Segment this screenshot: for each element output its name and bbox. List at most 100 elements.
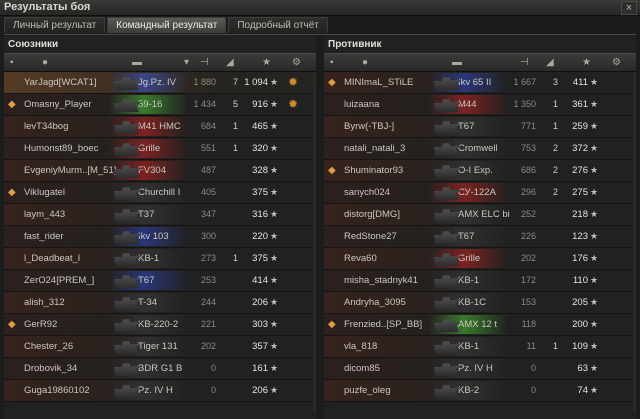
player-row[interactable]: dicom85 Pz. IV H 0 63 ★: [324, 358, 636, 380]
damage-value: 226: [520, 231, 536, 241]
player-name: misha_stadnyk41: [344, 275, 418, 286]
damage-icon[interactable]: ⊣: [520, 56, 529, 69]
player-row[interactable]: laym_443 T37 347 316 ★: [4, 204, 316, 226]
damage-value: 118: [521, 319, 536, 329]
player-row[interactable]: Byrw(-TBJ-] T67 771 1 259 ★: [324, 116, 636, 138]
squad-medal-icon: ◆: [328, 77, 336, 88]
damage-value: 273: [200, 253, 216, 263]
player-name: puzfe_oleg: [344, 385, 391, 396]
damage-value: 221: [200, 319, 216, 329]
player-row[interactable]: EvgeniyMurm..[M_51] FV304 487 328 ★: [4, 160, 316, 182]
xp-icon[interactable]: ★: [582, 56, 591, 69]
player-row[interactable]: Andryha_3095 KB-1C 153 205 ★: [324, 292, 636, 314]
achievement-icon[interactable]: ✹: [288, 94, 304, 115]
frags-value: 1: [232, 143, 238, 153]
player-row[interactable]: Reva60 Grille 202 176 ★: [324, 248, 636, 270]
player-row[interactable]: fast_rider Ikv 103 300 220 ★: [4, 226, 316, 248]
enemies-scrollbar[interactable]: [633, 72, 636, 412]
player-row[interactable]: ◆ Viklugatel Churchill I 405 375 ★: [4, 182, 316, 204]
tank-name: FV304: [138, 165, 166, 176]
tab-team[interactable]: Командный результат: [107, 17, 227, 33]
squad-icon[interactable]: ▪: [10, 56, 14, 69]
xp-value: 1 094: [244, 77, 268, 88]
star-icon: ★: [590, 209, 599, 219]
player-name: ZerO24[PREM_]: [24, 275, 95, 286]
star-icon: ★: [590, 253, 599, 263]
player-row[interactable]: Drobovik_34 BDR G1 B 0 161 ★: [4, 358, 316, 380]
achievement-icon[interactable]: ✹: [288, 72, 304, 93]
achievements-icon[interactable]: ⚙: [292, 56, 301, 69]
player-name: Guga19860102: [24, 385, 90, 396]
player-name: Reva60: [344, 253, 377, 264]
player-row[interactable]: distorg[DMG] AMX ELC bis 252 218 ★: [324, 204, 636, 226]
tier-sort-icon[interactable]: ▾: [184, 56, 189, 69]
damage-value: 296: [520, 187, 536, 197]
player-row[interactable]: natali_natali_3 Cromwell 753 2 372 ★: [324, 138, 636, 160]
player-icon[interactable]: ●: [42, 56, 48, 69]
player-name: dicom85: [344, 363, 380, 374]
player-name: GerR92: [24, 319, 58, 330]
squad-icon[interactable]: ▪: [330, 56, 334, 69]
player-row[interactable]: Humonst89_boec Grille 551 1 320 ★: [4, 138, 316, 160]
star-icon: ★: [270, 231, 279, 241]
xp-value: 303: [252, 319, 268, 330]
player-name: luizaana: [344, 99, 380, 110]
damage-value: 0: [210, 385, 216, 395]
tank-name: Tiger 131: [138, 341, 178, 352]
xp-value: 74: [577, 385, 588, 396]
player-row[interactable]: ZerO24[PREM_] T67 253 414 ★: [4, 270, 316, 292]
tab-detailed[interactable]: Подробный отчёт: [228, 17, 328, 33]
frags-icon[interactable]: ◢: [226, 56, 234, 69]
allies-scrollbar[interactable]: [313, 72, 316, 412]
player-row[interactable]: Chester_26 Tiger 131 202 357 ★: [4, 336, 316, 358]
frags-icon[interactable]: ◢: [546, 56, 554, 69]
tank-name: BDR G1 B: [138, 363, 183, 374]
achievements-icon[interactable]: ⚙: [612, 56, 621, 69]
player-row[interactable]: ◆ MINImaL_STiLE Ikv 65 II 1 667 3 411 ★: [324, 72, 636, 94]
damage-icon[interactable]: ⊣: [200, 56, 209, 69]
star-icon: ★: [270, 187, 279, 197]
player-row[interactable]: vla_818 KB-1 11 1 109 ★: [324, 336, 636, 358]
frags-value: 1: [232, 253, 238, 263]
squad-medal-icon: ◆: [328, 319, 336, 330]
player-row[interactable]: levT34bog M41 HMC 684 1 465 ★: [4, 116, 316, 138]
star-icon: ★: [270, 165, 279, 175]
tank-icon[interactable]: ▬: [132, 56, 142, 69]
frags-value: 7: [232, 77, 238, 87]
frags-value: 3: [552, 77, 558, 87]
tank-name: Cromwell: [458, 143, 498, 154]
xp-value: 110: [572, 275, 588, 286]
tank-icon[interactable]: ▬: [452, 56, 462, 69]
player-row[interactable]: luizaana M44 1 350 1 361 ★: [324, 94, 636, 116]
tank-name: M44: [458, 99, 477, 110]
player-row[interactable]: sanych024 СУ-122А 296 2 275 ★: [324, 182, 636, 204]
player-row[interactable]: ◆ GerR92 KB-220-2 221 303 ★: [4, 314, 316, 336]
xp-icon[interactable]: ★: [262, 56, 271, 69]
player-icon[interactable]: ●: [362, 56, 368, 69]
xp-value: 375: [252, 187, 268, 198]
player-name: Omasny_Player: [24, 99, 92, 110]
player-row[interactable]: l_Deadbeat_l KB-1 273 1 375 ★: [4, 248, 316, 270]
damage-value: 202: [200, 341, 216, 351]
xp-value: 328: [252, 165, 268, 176]
damage-value: 686: [520, 165, 536, 175]
tank-name: T67: [458, 121, 475, 132]
player-row[interactable]: YarJagd[WCAT1] Jg.Pz. IV 1 880 7 1 094 ★ ✹: [4, 72, 316, 94]
player-row[interactable]: Guga19860102 Pz. IV H 0 206 ★: [4, 380, 316, 402]
xp-value: 218: [572, 209, 588, 220]
player-row[interactable]: ◆ Omasny_Player 59-16 1 434 5 916 ★ ✹: [4, 94, 316, 116]
tank-name: T67: [138, 275, 155, 286]
player-row[interactable]: misha_stadnyk41 KB-1 172 110 ★: [324, 270, 636, 292]
damage-value: 487: [200, 165, 216, 175]
player-row[interactable]: alish_312 T-34 244 206 ★: [4, 292, 316, 314]
tab-personal[interactable]: Личный результат: [4, 17, 106, 33]
tank-name: KB-1: [458, 275, 480, 286]
player-row[interactable]: ◆ Shuminator93 O-I Exp. 686 2 276 ★: [324, 160, 636, 182]
damage-value: 0: [210, 363, 216, 373]
player-row[interactable]: puzfe_oleg KB-2 0 74 ★: [324, 380, 636, 402]
close-button[interactable]: ×: [621, 1, 637, 15]
player-row[interactable]: RedStone27 T67 226 123 ★: [324, 226, 636, 248]
xp-value: 357: [252, 341, 268, 352]
player-row[interactable]: ◆ Frenzied..[SP_BB] AMX 12 t 118 200 ★: [324, 314, 636, 336]
tank-name: KB-220-2: [138, 319, 179, 330]
